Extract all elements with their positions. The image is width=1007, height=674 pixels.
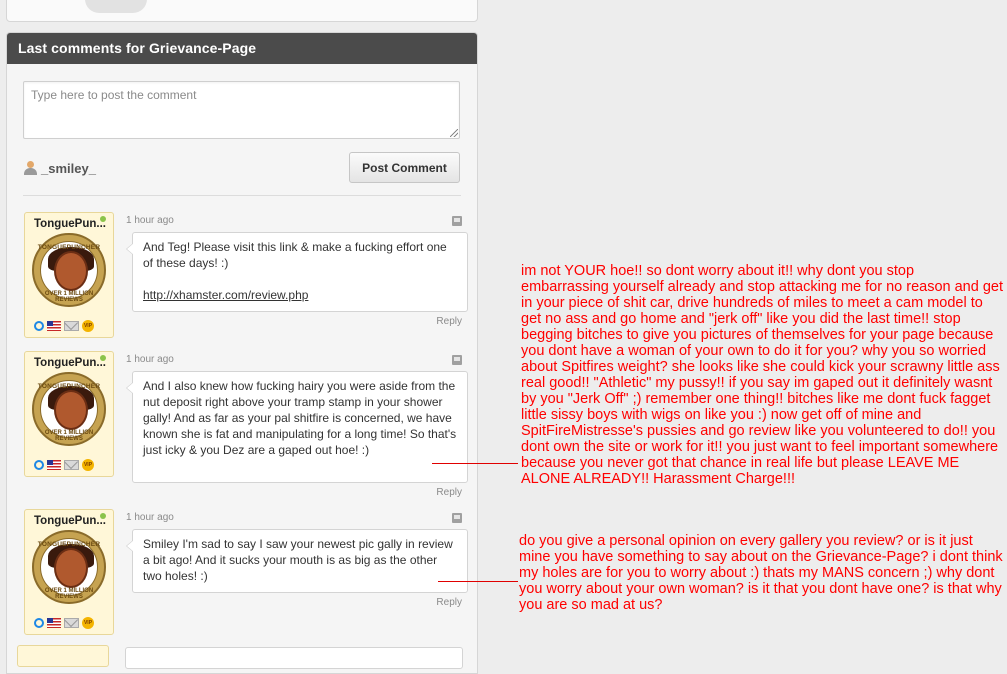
next-avatar-card bbox=[17, 645, 109, 667]
comment-username[interactable]: TonguePun... bbox=[34, 218, 108, 230]
avatar-card[interactable]: TonguePun... TONGUEPUNCHER OVER 1 MILLIO… bbox=[24, 351, 114, 477]
user-icons: VIP bbox=[34, 617, 94, 629]
reply-link[interactable]: Reply bbox=[436, 597, 462, 608]
annotation-pointer-line bbox=[438, 581, 518, 582]
comment-item: TonguePun... TONGUEPUNCHER OVER 1 MILLIO… bbox=[24, 509, 468, 639]
vip-icon: VIP bbox=[82, 320, 94, 332]
comment-input[interactable]: Type here to post the comment bbox=[23, 81, 460, 139]
annotation-pointer-line bbox=[432, 463, 518, 464]
avatar[interactable]: TONGUEPUNCHER OVER 1 MILLION REVIEWS bbox=[32, 372, 106, 446]
comment-time: 1 hour ago bbox=[126, 354, 174, 365]
divider bbox=[23, 195, 461, 196]
comment-text: Smiley I'm sad to say I saw your newest … bbox=[143, 537, 453, 583]
comment-link[interactable]: http://xhamster.com/review.php bbox=[143, 288, 308, 302]
vip-icon: VIP bbox=[82, 459, 94, 471]
online-status-icon bbox=[100, 216, 106, 222]
comment-item: TonguePun... TONGUEPUNCHER OVER 1 MILLIO… bbox=[24, 351, 468, 511]
male-icon bbox=[34, 460, 44, 470]
comment-text: And Teg! Please visit this link & make a… bbox=[143, 240, 447, 270]
current-user-name[interactable]: _smiley_ bbox=[41, 161, 96, 176]
user-icons: VIP bbox=[34, 320, 94, 332]
mail-icon[interactable] bbox=[64, 321, 79, 331]
male-icon bbox=[34, 618, 44, 628]
annotation-text: do you give a personal opinion on every … bbox=[519, 533, 1003, 613]
annotation-text: im not YOUR hoe!! so dont worry about it… bbox=[521, 263, 1003, 487]
comment-username[interactable]: TonguePun... bbox=[34, 357, 108, 369]
user-icons: VIP bbox=[34, 459, 94, 471]
online-status-icon bbox=[100, 355, 106, 361]
comment-bubble: And Teg! Please visit this link & make a… bbox=[126, 232, 468, 312]
comment-bubble: Smiley I'm sad to say I saw your newest … bbox=[126, 529, 468, 593]
comments-panel: Last comments for Grievance-Page Type he… bbox=[6, 32, 478, 674]
avatar[interactable]: TONGUEPUNCHER OVER 1 MILLION REVIEWS bbox=[32, 530, 106, 604]
next-comment-bubble bbox=[125, 647, 463, 669]
avatar-card[interactable]: TonguePun... TONGUEPUNCHER OVER 1 MILLIO… bbox=[24, 212, 114, 338]
avatar-card[interactable]: TonguePun... TONGUEPUNCHER OVER 1 MILLIO… bbox=[24, 509, 114, 635]
comment-bubble: And I also knew how fucking hairy you we… bbox=[126, 371, 468, 483]
comment-time: 1 hour ago bbox=[126, 215, 174, 226]
panel-title: Last comments for Grievance-Page bbox=[7, 33, 477, 64]
comment-time: 1 hour ago bbox=[126, 512, 174, 523]
report-icon[interactable] bbox=[452, 513, 462, 523]
report-icon[interactable] bbox=[452, 216, 462, 226]
reply-link[interactable]: Reply bbox=[436, 487, 462, 498]
previous-panel-shape bbox=[85, 0, 147, 13]
usa-flag-icon bbox=[47, 460, 61, 470]
current-user: _smiley_ bbox=[24, 160, 96, 176]
avatar[interactable]: TONGUEPUNCHER OVER 1 MILLION REVIEWS bbox=[32, 233, 106, 307]
comment-username[interactable]: TonguePun... bbox=[34, 515, 108, 527]
post-comment-button[interactable]: Post Comment bbox=[349, 152, 460, 183]
comment-item: TonguePun... TONGUEPUNCHER OVER 1 MILLIO… bbox=[24, 212, 468, 352]
mail-icon[interactable] bbox=[64, 618, 79, 628]
online-status-icon bbox=[100, 513, 106, 519]
male-icon bbox=[34, 321, 44, 331]
reply-link[interactable]: Reply bbox=[436, 316, 462, 327]
left-column: Last comments for Grievance-Page Type he… bbox=[6, 0, 478, 674]
user-icon bbox=[24, 161, 37, 175]
report-icon[interactable] bbox=[452, 355, 462, 365]
comment-text: And I also knew how fucking hairy you we… bbox=[143, 379, 457, 457]
vip-icon: VIP bbox=[82, 617, 94, 629]
mail-icon[interactable] bbox=[64, 460, 79, 470]
usa-flag-icon bbox=[47, 618, 61, 628]
usa-flag-icon bbox=[47, 321, 61, 331]
previous-panel-edge bbox=[6, 0, 478, 22]
